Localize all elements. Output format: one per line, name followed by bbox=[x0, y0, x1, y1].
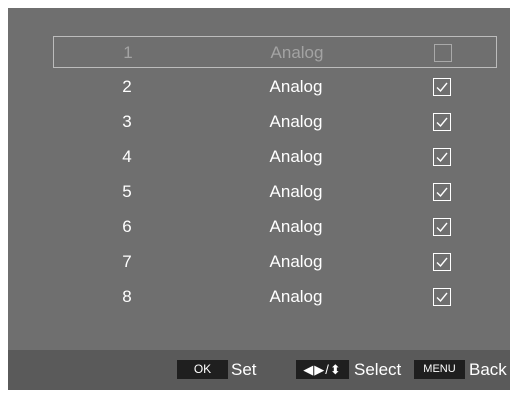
channel-row-5[interactable]: 5 Analog bbox=[53, 176, 497, 208]
channel-number: 6 bbox=[122, 217, 132, 236]
channel-row-2[interactable]: 2 Analog bbox=[53, 71, 497, 103]
channel-number: 4 bbox=[122, 147, 132, 166]
ok-key-icon: OK bbox=[177, 360, 228, 379]
channel-row-4[interactable]: 4 Analog bbox=[53, 141, 497, 173]
channel-type: Analog bbox=[269, 182, 323, 201]
channel-row-6[interactable]: 6 Analog bbox=[53, 211, 497, 243]
channel-type: Analog bbox=[270, 43, 324, 62]
channel-number: 5 bbox=[122, 182, 132, 201]
empty-checkbox-icon[interactable] bbox=[434, 44, 452, 62]
check-icon[interactable] bbox=[433, 183, 451, 201]
check-icon[interactable] bbox=[433, 113, 451, 131]
channel-type: Analog bbox=[269, 147, 323, 166]
channel-type: Analog bbox=[269, 112, 323, 131]
back-label: Back bbox=[469, 360, 507, 379]
channel-type: Analog bbox=[269, 287, 323, 306]
check-icon[interactable] bbox=[433, 288, 451, 306]
osd-panel: 1 Analog 2 Analog 3 Analog 4 Analog 5 An… bbox=[8, 8, 510, 390]
footer-hint-bar: OK Set ◀▶/⬍ Select MENU Back bbox=[8, 350, 510, 390]
channel-number: 8 bbox=[122, 287, 132, 306]
channel-number: 2 bbox=[122, 77, 132, 96]
channel-row-8[interactable]: 8 Analog bbox=[53, 281, 497, 313]
check-icon[interactable] bbox=[433, 218, 451, 236]
check-icon[interactable] bbox=[433, 253, 451, 271]
check-icon[interactable] bbox=[433, 78, 451, 96]
channel-number: 1 bbox=[123, 43, 133, 62]
channel-row-3[interactable]: 3 Analog bbox=[53, 106, 497, 138]
navigation-arrows-icon: ◀▶/⬍ bbox=[296, 360, 349, 379]
channel-row-7[interactable]: 7 Analog bbox=[53, 246, 497, 278]
select-label: Select bbox=[354, 360, 402, 379]
channel-number: 7 bbox=[122, 252, 132, 271]
channel-type: Analog bbox=[269, 77, 323, 96]
channel-number: 3 bbox=[122, 112, 132, 131]
channel-row-1[interactable]: 1 Analog bbox=[53, 36, 497, 68]
channel-type: Analog bbox=[269, 252, 323, 271]
menu-key-icon: MENU bbox=[414, 360, 465, 379]
check-icon[interactable] bbox=[433, 148, 451, 166]
channel-type: Analog bbox=[269, 217, 323, 236]
set-label: Set bbox=[231, 360, 257, 379]
